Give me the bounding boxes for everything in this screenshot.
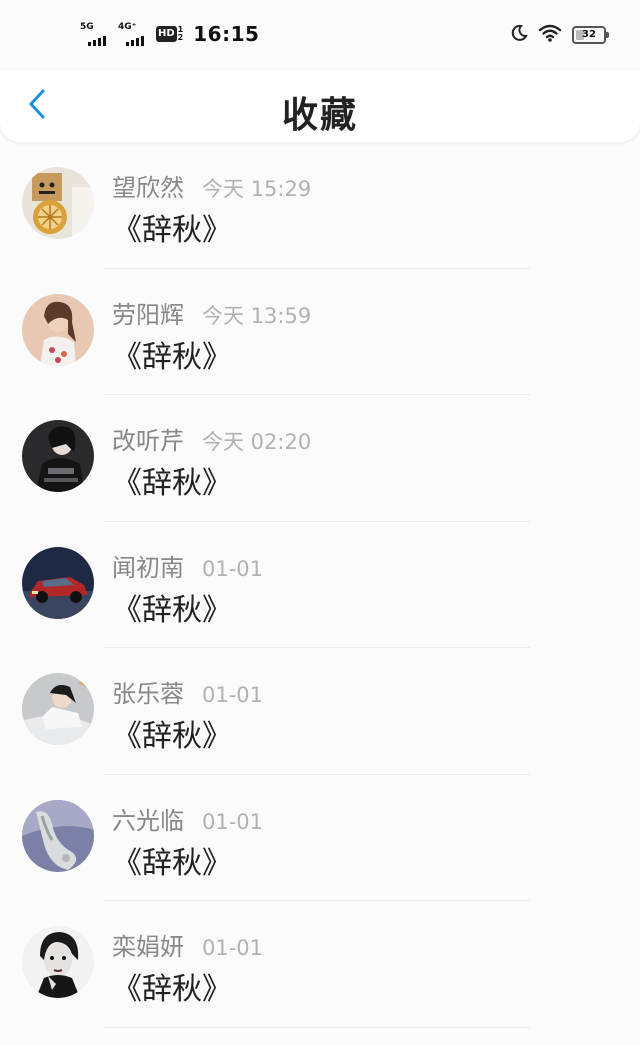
author-name: 望欣然 <box>112 174 184 202</box>
network-5g-icon: 5G <box>80 22 110 46</box>
item-meta: 改听芹 今天 02:20 <box>112 421 311 456</box>
favorite-item-7[interactable]: 栾娟妍 01-01 《辞秋》 <box>0 901 640 1028</box>
post-time: 01-01 <box>202 556 264 581</box>
hd-voice-icon: HD 1 2 <box>156 26 183 42</box>
page-title: 收藏 <box>281 95 358 136</box>
item-meta: 劳阳辉 今天 13:59 <box>112 295 311 330</box>
network-4g-label: 4G⁺ <box>118 22 137 32</box>
post-time: 01-01 <box>202 809 264 834</box>
author-name: 张乐蓉 <box>112 680 184 708</box>
item-content: 《辞秋》 <box>112 466 232 501</box>
author-name: 改听芹 <box>112 427 184 455</box>
favorite-item-1[interactable]: 望欣然 今天 15:29 《辞秋》 <box>0 142 640 269</box>
sculpture-avatar[interactable] <box>22 799 94 872</box>
item-content: 《辞秋》 <box>112 845 232 881</box>
favorite-item-5[interactable]: 张乐蓉 01-01 《辞秋》 <box>0 648 640 775</box>
status-time: 16:15 <box>193 22 260 46</box>
divider <box>104 1026 530 1028</box>
hd-sub-bottom: 2 <box>177 33 184 42</box>
item-content: 《辞秋》 <box>112 213 232 248</box>
post-time: 今天 02:20 <box>202 430 312 454</box>
author-name: 栾娟妍 <box>112 933 184 961</box>
network-5g-label: 5G <box>80 22 94 32</box>
item-meta: 望欣然 今天 15:29 <box>112 168 311 203</box>
item-meta: 栾娟妍 01-01 <box>112 927 263 962</box>
battery-percent: 32 <box>582 29 596 40</box>
status-right: 32 <box>510 24 609 46</box>
favorite-item-6[interactable]: 六光临 01-01 《辞秋》 <box>0 775 640 901</box>
network-4g-icon: 4G⁺ <box>118 22 148 46</box>
item-content: 《辞秋》 <box>112 592 232 628</box>
item-content: 《辞秋》 <box>112 719 232 754</box>
woman-portrait-avatar[interactable] <box>22 293 94 366</box>
author-name: 劳阳辉 <box>112 300 184 329</box>
post-time: 今天 15:29 <box>202 177 312 201</box>
girl-lying-avatar[interactable] <box>22 673 94 745</box>
status-bar: 5G 4G⁺ HD 1 2 16:15 32 <box>0 0 640 70</box>
red-car-avatar[interactable] <box>22 546 94 619</box>
app-header: 收藏 <box>0 70 640 142</box>
item-content: 《辞秋》 <box>112 972 232 1007</box>
wifi-icon <box>538 24 562 46</box>
author-name: 闻初南 <box>112 553 184 582</box>
bw-portrait-avatar[interactable] <box>22 926 94 998</box>
item-meta: 六光临 01-01 <box>112 801 263 836</box>
battery-icon: 32 <box>572 26 609 44</box>
item-meta: 张乐蓉 01-01 <box>112 674 263 709</box>
screen: 5G 4G⁺ HD 1 2 16:15 32 收藏 望欣然 今天 15:29 《… <box>0 0 640 1045</box>
favorites-list: 望欣然 今天 15:29 《辞秋》 劳阳辉 今天 13:59 《辞秋》 改听芹 … <box>0 142 640 1028</box>
status-left: 5G 4G⁺ HD 1 2 16:15 <box>80 22 259 46</box>
favorite-item-4[interactable]: 闻初南 01-01 《辞秋》 <box>0 522 640 648</box>
item-content: 《辞秋》 <box>112 339 232 375</box>
favorite-item-2[interactable]: 劳阳辉 今天 13:59 《辞秋》 <box>0 269 640 395</box>
post-time: 01-01 <box>202 683 264 707</box>
post-time: 今天 13:59 <box>202 303 312 328</box>
cardboard-robot-avatar[interactable] <box>22 167 94 239</box>
item-meta: 闻初南 01-01 <box>112 548 263 583</box>
author-name: 六光临 <box>112 806 184 835</box>
hd-label: HD <box>156 26 177 42</box>
moon-icon <box>510 24 528 46</box>
post-time: 01-01 <box>202 936 264 960</box>
dark-fashion-avatar[interactable] <box>22 420 94 492</box>
favorite-item-3[interactable]: 改听芹 今天 02:20 《辞秋》 <box>0 395 640 522</box>
